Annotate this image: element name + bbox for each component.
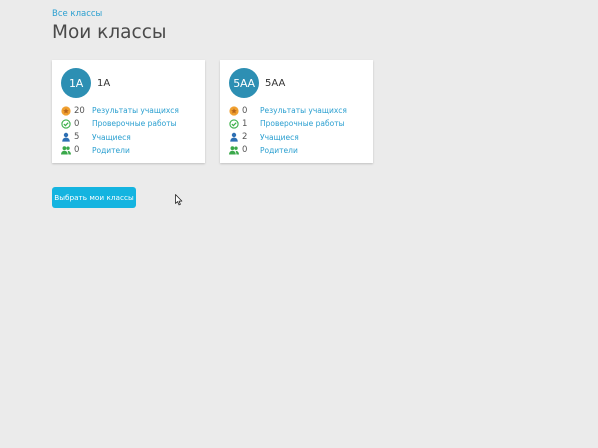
class-avatar[interactable]: 5AA xyxy=(229,68,259,98)
class-stats: 0 Результаты учащихся 1 Проверочные рабо… xyxy=(229,104,347,157)
mouse-cursor-icon xyxy=(175,191,183,210)
medal-icon xyxy=(61,105,71,116)
stat-students: 2 Учащиеся xyxy=(229,131,347,144)
stat-tests: 0 Проверочные работы xyxy=(61,117,179,130)
tests-count: 1 xyxy=(242,118,248,129)
user-icon xyxy=(229,132,239,142)
users-icon xyxy=(229,145,239,155)
students-count: 2 xyxy=(242,132,248,143)
results-link[interactable]: Результаты учащихся xyxy=(92,106,179,115)
users-icon xyxy=(61,145,71,155)
results-link[interactable]: Результаты учащихся xyxy=(260,106,347,115)
students-link[interactable]: Учащиеся xyxy=(260,133,299,142)
class-card-header[interactable]: 1A 1A xyxy=(61,68,110,98)
class-name[interactable]: 5AA xyxy=(265,78,285,89)
breadcrumb-all-classes[interactable]: Все классы xyxy=(52,9,102,19)
tests-count: 0 xyxy=(74,118,80,129)
parents-link[interactable]: Родители xyxy=(260,146,298,155)
stat-tests: 1 Проверочные работы xyxy=(229,117,347,130)
parents-count: 0 xyxy=(74,145,80,156)
class-name[interactable]: 1A xyxy=(97,78,110,89)
students-count: 5 xyxy=(74,132,80,143)
students-link[interactable]: Учащиеся xyxy=(92,133,131,142)
stat-results: 20 Результаты учащихся xyxy=(61,104,179,117)
results-count: 0 xyxy=(242,105,248,116)
check-circle-icon xyxy=(61,119,71,129)
class-card: 5AA 5AA 0 Результаты учащихся 1 Провероч… xyxy=(220,60,373,163)
user-icon xyxy=(61,132,71,142)
select-my-classes-button[interactable]: Выбрать мои классы xyxy=(52,187,136,208)
stat-students: 5 Учащиеся xyxy=(61,131,179,144)
medal-icon xyxy=(229,105,239,116)
stat-parents: 0 Родители xyxy=(229,144,347,157)
results-count: 20 xyxy=(74,105,85,116)
tests-link[interactable]: Проверочные работы xyxy=(260,119,345,128)
class-card: 1A 1A 20 Результаты учащихся 0 Проверочн… xyxy=(52,60,205,163)
stat-results: 0 Результаты учащихся xyxy=(229,104,347,117)
parents-count: 0 xyxy=(242,145,248,156)
class-stats: 20 Результаты учащихся 0 Проверочные раб… xyxy=(61,104,179,157)
class-card-header[interactable]: 5AA 5AA xyxy=(229,68,285,98)
stat-parents: 0 Родители xyxy=(61,144,179,157)
tests-link[interactable]: Проверочные работы xyxy=(92,119,177,128)
page-title: Мои классы xyxy=(52,22,167,43)
parents-link[interactable]: Родители xyxy=(92,146,130,155)
class-avatar[interactable]: 1A xyxy=(61,68,91,98)
check-circle-icon xyxy=(229,119,239,129)
